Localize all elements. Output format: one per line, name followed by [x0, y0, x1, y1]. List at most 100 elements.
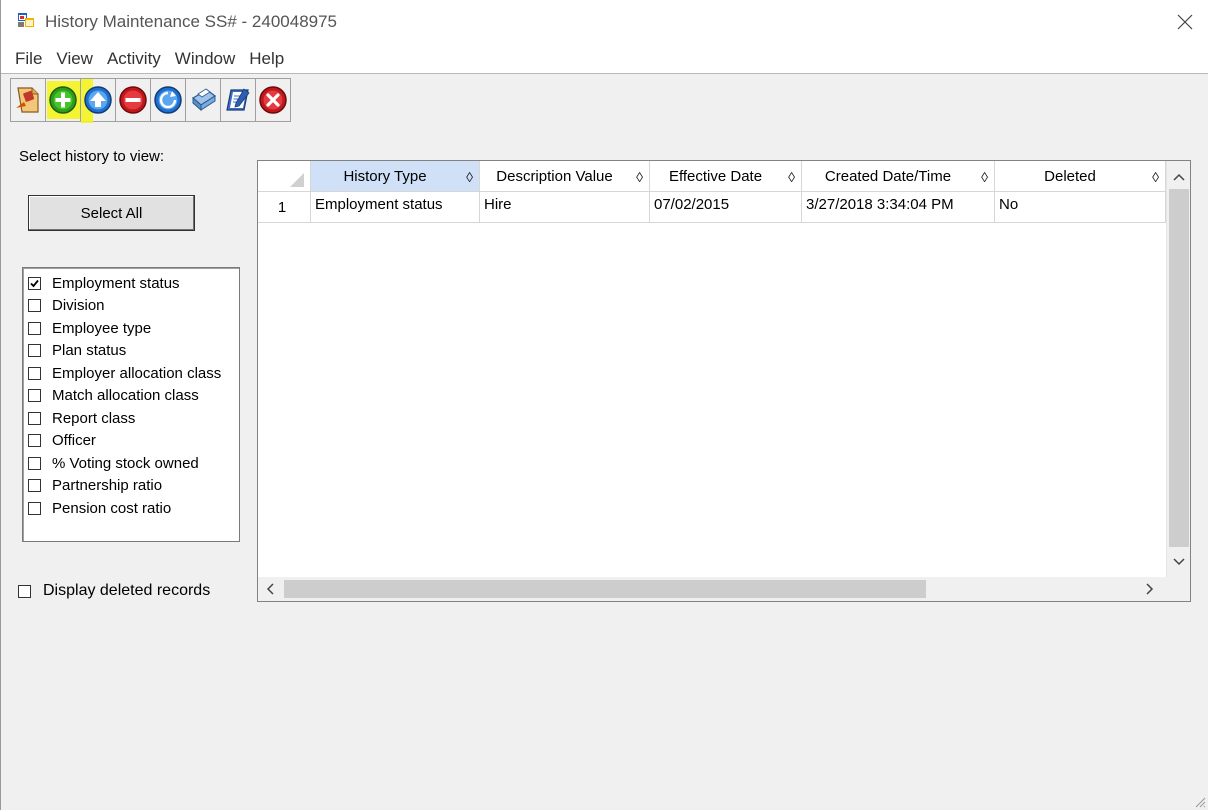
notes-button[interactable]	[220, 78, 256, 122]
column-header-history-type[interactable]: History Type ◊	[311, 161, 480, 191]
history-type-checkbox[interactable]	[28, 456, 41, 470]
toolbar	[10, 78, 291, 124]
history-type-label: Match allocation class	[52, 387, 199, 405]
menu-view[interactable]: View	[49, 44, 100, 74]
menu-window[interactable]: Window	[168, 44, 242, 74]
history-type-checkbox[interactable]	[28, 389, 41, 403]
vertical-scroll-thumb[interactable]	[1169, 189, 1189, 547]
corner-triangle-icon	[290, 173, 304, 187]
window-title: History Maintenance SS# - 240048975	[45, 12, 338, 31]
column-header-label: Deleted	[1044, 167, 1096, 185]
history-type-item[interactable]: Pension cost ratio	[23, 497, 239, 520]
column-header-deleted[interactable]: Deleted ◊	[995, 161, 1166, 191]
select-all-corner[interactable]	[258, 161, 311, 191]
print-icon	[191, 88, 217, 112]
history-type-label: Division	[52, 297, 105, 315]
sort-icon: ◊	[788, 169, 795, 185]
vertical-scrollbar[interactable]	[1166, 161, 1190, 577]
scroll-left-icon[interactable]	[266, 583, 274, 595]
history-type-item[interactable]: Employment status	[23, 272, 239, 295]
remove-button[interactable]	[115, 78, 151, 122]
add-icon	[49, 86, 77, 114]
checkmark-icon	[30, 279, 39, 288]
history-type-checkbox[interactable]	[28, 434, 41, 448]
history-type-list: Employment status Division Employee type…	[22, 267, 240, 542]
title-bar: History Maintenance SS# - 240048975	[1, 0, 1208, 44]
history-type-checkbox[interactable]	[28, 344, 41, 358]
table-row[interactable]: 1 Employment status Hire 07/02/2015 3/27…	[258, 192, 1166, 223]
horizontal-scrollbar[interactable]	[258, 577, 1190, 601]
refresh-button[interactable]	[150, 78, 186, 122]
refresh-icon	[154, 86, 182, 114]
history-type-label: Pension cost ratio	[52, 499, 172, 517]
scroll-up-icon[interactable]	[1173, 173, 1185, 181]
column-header-label: Description Value	[496, 167, 613, 185]
cell-created-datetime[interactable]: 3/27/2018 3:34:04 PM	[802, 192, 995, 222]
history-type-checkbox[interactable]	[28, 366, 41, 380]
upload-icon	[84, 86, 112, 114]
cell-description-value[interactable]: Hire	[480, 192, 650, 222]
menu-help[interactable]: Help	[242, 44, 291, 74]
notes-icon	[226, 88, 250, 111]
exit-icon	[259, 86, 287, 114]
history-type-item[interactable]: Report class	[23, 407, 239, 430]
display-deleted-checkbox[interactable]	[18, 584, 31, 598]
history-type-label: Employee type	[52, 319, 152, 337]
history-type-item[interactable]: Employer allocation class	[23, 362, 239, 385]
history-type-item[interactable]: Officer	[23, 430, 239, 453]
add-button[interactable]	[45, 78, 81, 122]
close-icon	[1177, 14, 1193, 30]
display-deleted-label: Display deleted records	[43, 582, 211, 599]
history-type-label: Plan status	[52, 342, 127, 360]
history-type-label: Officer	[52, 432, 96, 450]
history-type-label: Partnership ratio	[52, 477, 163, 495]
history-type-item[interactable]: Division	[23, 295, 239, 318]
history-type-label: Employment status	[52, 274, 180, 292]
history-type-item[interactable]: Employee type	[23, 317, 239, 340]
scroll-down-icon[interactable]	[1173, 558, 1185, 566]
cell-deleted[interactable]: No	[995, 192, 1166, 222]
history-grid: History Type ◊ Description Value ◊ Effec…	[257, 160, 1191, 602]
select-all-button[interactable]: Select All	[28, 195, 195, 231]
history-type-item[interactable]: % Voting stock owned	[23, 452, 239, 475]
sort-icon: ◊	[636, 169, 643, 185]
row-number: 1	[258, 192, 311, 222]
history-type-checkbox[interactable]	[28, 479, 41, 493]
history-type-label: Report class	[52, 409, 136, 427]
sort-icon: ◊	[981, 169, 988, 185]
history-type-label: Employer allocation class	[52, 364, 222, 382]
column-header-label: Created Date/Time	[824, 167, 952, 185]
display-deleted-option[interactable]: Display deleted records	[18, 582, 210, 600]
resize-grip-icon[interactable]	[1194, 796, 1206, 808]
remove-icon	[119, 86, 147, 114]
column-header-created-datetime[interactable]: Created Date/Time ◊	[802, 161, 995, 191]
history-type-item[interactable]: Partnership ratio	[23, 475, 239, 498]
horizontal-scroll-thumb[interactable]	[284, 580, 926, 598]
column-header-effective-date[interactable]: Effective Date ◊	[650, 161, 802, 191]
column-header-label: Effective Date	[668, 167, 763, 185]
open-record-button[interactable]	[10, 78, 46, 122]
cell-effective-date[interactable]: 07/02/2015	[650, 192, 802, 222]
history-type-checkbox[interactable]	[28, 411, 41, 425]
print-button[interactable]	[185, 78, 221, 122]
menu-activity[interactable]: Activity	[100, 44, 168, 74]
history-type-checkbox[interactable]	[28, 299, 41, 313]
open-record-icon	[16, 87, 39, 113]
history-type-item[interactable]: Match allocation class	[23, 385, 239, 408]
column-header-label: History Type	[343, 167, 427, 185]
update-button[interactable]	[80, 78, 116, 123]
history-type-checkbox[interactable]	[28, 276, 41, 290]
exit-button[interactable]	[255, 78, 291, 122]
scroll-right-icon[interactable]	[1146, 583, 1154, 595]
history-type-item[interactable]: Plan status	[23, 340, 239, 363]
cell-history-type[interactable]: Employment status	[311, 192, 480, 222]
column-header-description-value[interactable]: Description Value ◊	[480, 161, 650, 191]
sort-icon: ◊	[1152, 169, 1159, 185]
history-maintenance-window: History Maintenance SS# - 240048975 File…	[0, 0, 1208, 810]
grid-header: History Type ◊ Description Value ◊ Effec…	[258, 161, 1166, 192]
history-type-label: % Voting stock owned	[52, 454, 199, 472]
history-type-checkbox[interactable]	[28, 321, 41, 335]
window-close-button[interactable]	[1161, 0, 1208, 44]
history-type-checkbox[interactable]	[28, 501, 41, 515]
menu-file[interactable]: File	[8, 44, 49, 74]
